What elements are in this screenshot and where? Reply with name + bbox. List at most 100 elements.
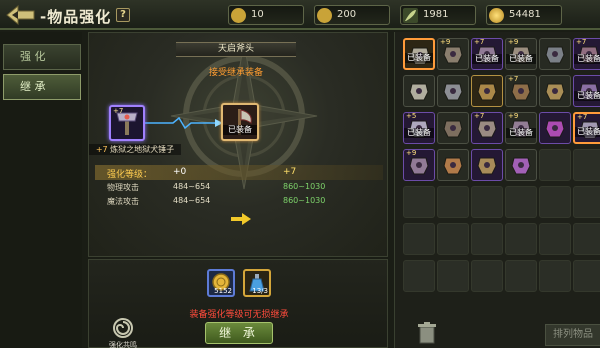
inventory-item-slot[interactable] (437, 112, 469, 144)
equipped-tag: 已装备 (574, 91, 600, 101)
top-bar: -物品强化 ? 10 200 1981 54481 (0, 0, 600, 30)
inventory-item-slot[interactable] (471, 75, 503, 107)
inventory-item-slot[interactable]: +7 (505, 75, 537, 107)
currency-value: 54481 (509, 9, 541, 20)
inventory-empty-slot[interactable] (539, 186, 571, 218)
gloves-icon (545, 46, 565, 64)
source-item-name: +7 炼狱之地狱犬锤子 (89, 144, 181, 155)
equipped-tag: 已装备 (405, 53, 433, 63)
enhance-level-badge: +7 (576, 38, 587, 46)
inventory-empty-slot[interactable] (505, 260, 537, 292)
back-arrow-icon (6, 4, 35, 26)
inventory-item-slot[interactable]: +9 已装备 (505, 112, 537, 144)
inventory-item-slot[interactable] (437, 149, 469, 181)
stat-current: 484~654 (173, 182, 211, 191)
inventory-item-slot[interactable] (437, 75, 469, 107)
sort-items-button[interactable]: 排列物品 (545, 324, 600, 346)
inventory-item-slot[interactable]: +5 已装备 (403, 112, 435, 144)
inventory-item-slot[interactable]: +7 已装备 (573, 112, 600, 144)
inventory-empty-slot[interactable] (471, 260, 503, 292)
enhance-level-badge: +7 (113, 107, 124, 115)
mace-icon (443, 83, 463, 101)
inventory-empty-slot[interactable] (403, 186, 435, 218)
inventory-empty-slot[interactable] (573, 186, 600, 218)
inventory-item-slot[interactable] (539, 75, 571, 107)
inventory-empty-slot[interactable] (437, 260, 469, 292)
receive-inherit-label: 接受继承装备 (208, 68, 263, 78)
inventory-item-slot[interactable]: +7 已装备 (573, 38, 600, 70)
inventory-item-slot[interactable]: 已装备 (573, 75, 600, 107)
inventory-item-slot[interactable] (471, 149, 503, 181)
gold-coin-icon (489, 8, 504, 23)
material-count: 5152 (214, 287, 232, 295)
inventory-empty-slot[interactable] (403, 260, 435, 292)
inventory-item-slot[interactable]: +9 已装备 (505, 38, 537, 70)
enhance-resonance-button[interactable]: 强化共鸣 (101, 318, 145, 348)
inventory-item-slot[interactable] (505, 149, 537, 181)
inventory-item-slot[interactable]: +9 (403, 149, 435, 181)
source-item-plus: +7 (95, 145, 108, 154)
target-equipment-slot[interactable]: 已装备 (221, 103, 259, 141)
enhance-level-badge: +9 (406, 149, 417, 157)
inventory-empty-slot[interactable] (539, 260, 571, 292)
c-coin-icon (231, 8, 246, 23)
inventory-empty-slot[interactable] (403, 223, 435, 255)
stat-current: 484~654 (173, 196, 211, 205)
inventory-empty-slot[interactable] (573, 260, 600, 292)
currency-c-coin-1: 10 (228, 5, 304, 25)
swirl-icon (113, 318, 133, 338)
inventory-empty-slot[interactable] (437, 223, 469, 255)
enhance-level-badge: +9 (440, 38, 451, 46)
tab-inherit[interactable]: 继 承 (3, 74, 81, 100)
currency-value: 200 (337, 9, 357, 20)
equipped-tag: 已装备 (223, 125, 257, 135)
inventory-item-slot[interactable]: +7 (471, 112, 503, 144)
stat-row: 魔法攻击 484~654 860~1030 (95, 194, 383, 208)
resonance-label: 强化共鸣 (109, 341, 137, 348)
inventory-item-slot[interactable]: 已装备 (403, 38, 435, 70)
ring-icon (477, 157, 497, 175)
enhance-level-badge: +7 (508, 75, 519, 83)
right-arrow-icon (231, 213, 251, 225)
c-coin-icon (317, 8, 332, 23)
inventory-empty-slot[interactable] (539, 149, 571, 181)
inventory-empty-slot[interactable] (505, 186, 537, 218)
inventory-item-slot[interactable] (539, 38, 571, 70)
stat-row: 物理攻击 484~654 860~1030 (95, 180, 383, 194)
inventory-panel: 已装备 +9 +7 已装备 +9 已装备 +7 已装备 +7 已装备 +5 已装备 +7 +9 已装备 +7 已… (394, 32, 600, 348)
inherit-button[interactable]: 继 承 (205, 322, 273, 344)
equipped-tag: 已装备 (506, 54, 536, 64)
inventory-empty-slot[interactable] (573, 223, 600, 255)
gauntlet-icon (477, 83, 497, 101)
stat-label: 强化等级： (107, 170, 153, 180)
currency-feather: 1981 (400, 5, 476, 25)
inventory-empty-slot[interactable] (573, 149, 600, 181)
source-equipment-slot[interactable]: +7 (109, 105, 145, 141)
equipped-tag: 已装备 (404, 128, 434, 138)
equipped-tag: 已装备 (575, 127, 600, 137)
currency-gold: 54481 (486, 5, 562, 25)
equipped-tag: 已装备 (506, 128, 536, 138)
inventory-item-slot[interactable] (539, 112, 571, 144)
back-button[interactable] (4, 4, 40, 26)
inventory-item-slot[interactable]: +7 已装备 (471, 38, 503, 70)
stat-label: 物理攻击 (107, 183, 139, 192)
trash-icon[interactable] (417, 322, 437, 344)
stats-table: 强化等级： +0 +7 物理攻击 484~654 860~1030 魔法攻击 4… (95, 165, 383, 208)
tab-enhance[interactable]: 强 化 (3, 44, 81, 70)
inventory-empty-slot[interactable] (505, 223, 537, 255)
equipped-tag: 已装备 (574, 54, 600, 64)
inventory-item-slot[interactable]: +9 (437, 38, 469, 70)
inventory-empty-slot[interactable] (437, 186, 469, 218)
help-button[interactable]: ? (116, 8, 130, 22)
inventory-empty-slot[interactable] (471, 186, 503, 218)
currency-value: 10 (251, 9, 264, 20)
inventory-item-slot[interactable] (403, 75, 435, 107)
inventory-empty-slot[interactable] (539, 223, 571, 255)
page-title: -物品强化 (40, 8, 112, 26)
stat-after: 860~1030 (283, 196, 326, 205)
inventory-empty-slot[interactable] (471, 223, 503, 255)
enhance-level-row: 强化等级： +0 +7 (95, 165, 383, 180)
currency-value: 1981 (423, 9, 449, 20)
target-item-banner: 天启斧头 (176, 42, 296, 57)
